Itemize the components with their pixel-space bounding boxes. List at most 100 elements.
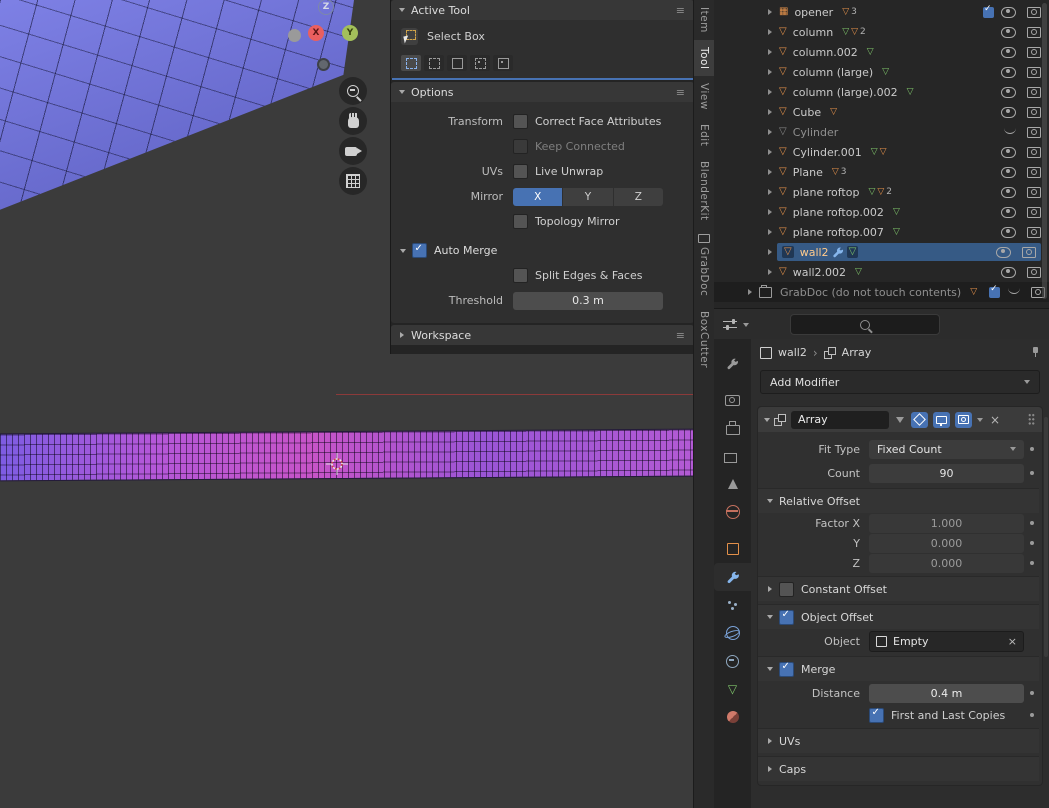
merge-checkbox[interactable]	[779, 661, 794, 677]
tab-render-properties[interactable]	[714, 386, 751, 414]
render-display-toggle[interactable]	[955, 411, 972, 428]
expand-arrow-icon[interactable]	[768, 169, 772, 175]
render-visibility-icon[interactable]	[1027, 46, 1041, 58]
filter-funnel-icon[interactable]	[896, 416, 904, 423]
close-icon[interactable]	[990, 413, 1000, 427]
object-name[interactable]: plane roftop.002	[793, 206, 884, 219]
render-visibility-icon[interactable]	[1022, 246, 1036, 258]
render-visibility-icon[interactable]	[1027, 266, 1041, 278]
expand-arrow-icon[interactable]	[748, 289, 752, 295]
keep-connected-checkbox[interactable]	[513, 139, 528, 154]
outliner-row-plane-roftop-002[interactable]: plane roftop.002	[714, 202, 1049, 222]
eye-icon[interactable]	[1001, 46, 1016, 58]
render-visibility-icon[interactable]	[1027, 6, 1041, 18]
workspace-panel-header[interactable]: Workspace	[391, 325, 694, 345]
panel-collapse-icon[interactable]	[399, 90, 405, 94]
outliner-row-column[interactable]: column 2	[714, 22, 1049, 42]
pin-icon[interactable]	[1030, 347, 1040, 358]
eye-icon[interactable]	[1001, 186, 1016, 198]
eye-closed-icon[interactable]	[1004, 127, 1016, 134]
live-unwrap-checkbox[interactable]	[513, 164, 528, 179]
expand-arrow-icon[interactable]	[768, 29, 772, 35]
outliner-row-column-large-002[interactable]: column (large).002	[714, 82, 1049, 102]
panel-collapse-icon[interactable]	[767, 499, 773, 503]
ortho-toggle-button[interactable]	[339, 167, 367, 195]
object-name[interactable]: column (large)	[793, 66, 873, 79]
auto-merge-checkbox[interactable]	[412, 243, 427, 258]
eye-icon[interactable]	[1001, 206, 1016, 218]
threshold-slider[interactable]: 0.3 m	[513, 291, 663, 310]
panel-collapse-icon[interactable]	[767, 615, 773, 619]
distance-slider[interactable]: 0.4 m	[869, 683, 1024, 703]
tab-constraint-properties[interactable]	[714, 647, 751, 675]
object-name[interactable]: Cube	[793, 106, 821, 119]
active-tool-panel-header[interactable]: Active Tool	[391, 0, 694, 20]
panel-menu-icon[interactable]	[676, 4, 685, 17]
expand-arrow-icon[interactable]	[768, 109, 772, 115]
gizmo-y-axis[interactable]: Y	[342, 25, 358, 41]
render-visibility-icon[interactable]	[1027, 186, 1041, 198]
modifier-name-field[interactable]: Array	[791, 410, 889, 429]
search-input[interactable]	[790, 314, 940, 335]
render-visibility-icon[interactable]	[1027, 26, 1041, 38]
auto-merge-label[interactable]: Auto Merge	[434, 244, 497, 257]
outliner-row-cylinder[interactable]: Cylinder	[714, 122, 1049, 142]
zoom-button[interactable]	[339, 77, 367, 105]
camera-view-button[interactable]	[339, 137, 367, 165]
outliner-scrollbar[interactable]	[1042, 3, 1047, 299]
relative-offset-header[interactable]: Relative Offset	[758, 488, 1039, 513]
panel-collapse-icon[interactable]	[768, 766, 772, 772]
panel-collapse-icon[interactable]	[400, 332, 404, 338]
select-mode-subtract-button[interactable]	[447, 55, 467, 71]
select-box-tool[interactable]: Select Box	[391, 20, 694, 53]
object-name[interactable]: column	[793, 26, 834, 39]
pan-button[interactable]	[339, 107, 367, 135]
render-visibility-icon[interactable]	[1027, 226, 1041, 238]
tab-blenderkit[interactable]: BlenderKit	[694, 154, 714, 228]
uvs-header[interactable]: UVs	[758, 728, 1039, 753]
select-mode-invert-button[interactable]	[470, 55, 490, 71]
collection-name[interactable]: GrabDoc (do not touch contents)	[780, 286, 961, 299]
selectable-checkbox[interactable]	[983, 4, 994, 18]
object-name[interactable]: column (large).002	[793, 86, 898, 99]
tab-scene-properties[interactable]	[714, 470, 751, 498]
mirror-x-button[interactable]: X	[513, 187, 563, 206]
object-name[interactable]: opener	[794, 6, 833, 19]
select-mode-extend-button[interactable]	[424, 55, 444, 71]
tab-grabdoc[interactable]: GrabDoc	[694, 227, 714, 303]
topology-mirror-checkbox[interactable]	[513, 214, 528, 229]
render-visibility-icon[interactable]	[1027, 126, 1041, 138]
expand-arrow-icon[interactable]	[768, 89, 772, 95]
constant-offset-checkbox[interactable]	[779, 581, 794, 597]
tab-boxcutter[interactable]: BoxCutter	[694, 304, 714, 375]
editor-type-dropdown-icon[interactable]	[743, 322, 749, 327]
decorator-dot[interactable]	[1024, 541, 1039, 545]
gizmo-x-axis[interactable]: X	[308, 25, 324, 41]
outliner-row-plane-roftop-007[interactable]: plane roftop.007	[714, 222, 1049, 242]
factor-y-field[interactable]: 0.000	[869, 533, 1024, 553]
tab-tool[interactable]: Tool	[694, 39, 714, 77]
properties-editor-icon[interactable]	[723, 318, 738, 331]
decorator-dot[interactable]	[1024, 521, 1039, 525]
eye-icon[interactable]	[1001, 26, 1016, 38]
eye-icon[interactable]	[1001, 166, 1016, 178]
tab-item[interactable]: Item	[694, 0, 714, 40]
expand-arrow-icon[interactable]	[768, 269, 772, 275]
expand-arrow-icon[interactable]	[768, 49, 772, 55]
outliner-row-column-002[interactable]: column.002	[714, 42, 1049, 62]
first-last-copies-checkbox[interactable]	[869, 707, 884, 723]
eye-icon[interactable]	[1001, 226, 1016, 238]
mirror-z-button[interactable]: Z	[613, 187, 663, 206]
tab-particle-properties[interactable]	[714, 591, 751, 619]
object-offset-header[interactable]: Object Offset	[758, 604, 1039, 629]
expand-arrow-icon[interactable]	[768, 149, 772, 155]
outliner-row-cylinder-001[interactable]: Cylinder.001	[714, 142, 1049, 162]
panel-collapse-icon[interactable]	[399, 8, 405, 12]
correct-face-attributes-label[interactable]: Correct Face Attributes	[535, 115, 661, 128]
navigation-gizmo[interactable]: Z X Y	[288, 0, 372, 78]
first-last-copies-label[interactable]: First and Last Copies	[891, 709, 1005, 722]
properties-scrollbar[interactable]	[1044, 417, 1048, 657]
eye-icon[interactable]	[1001, 6, 1016, 18]
caps-header[interactable]: Caps	[758, 756, 1039, 781]
eye-closed-icon[interactable]	[1008, 287, 1021, 294]
